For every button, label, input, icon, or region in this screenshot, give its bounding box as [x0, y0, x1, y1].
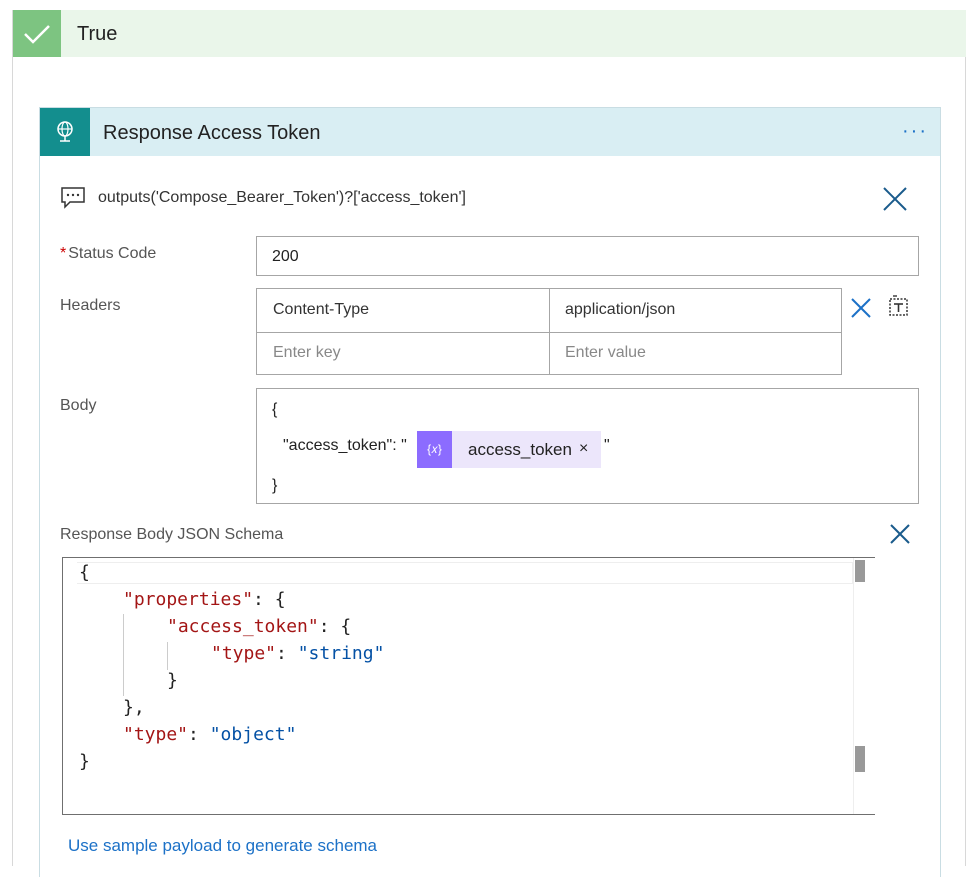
- status-code-label: * Status Code: [60, 245, 156, 263]
- code-token: },: [123, 697, 145, 718]
- comment-icon: [60, 186, 86, 215]
- schema-label: Response Body JSON Schema: [60, 526, 284, 543]
- headers-label: Headers: [60, 297, 121, 314]
- comment-text[interactable]: outputs('Compose_Bearer_Token')?['access…: [98, 189, 466, 207]
- action-card-header[interactable]: Response Access Token ···: [40, 108, 940, 156]
- header-value-input[interactable]: application/json: [549, 289, 691, 331]
- close-icon[interactable]: [882, 186, 908, 217]
- body-label: Body: [60, 397, 97, 414]
- globe-icon: [40, 108, 90, 156]
- schema-code-editor[interactable]: { "properties": { "access_token": { "typ…: [62, 557, 875, 815]
- remove-token-close-icon[interactable]: ×: [579, 440, 588, 458]
- code-token: }: [79, 751, 90, 772]
- response-action-card: Response Access Token ··· outputs('Compo…: [39, 107, 941, 877]
- text-mode-icon[interactable]: [887, 294, 911, 323]
- code-line: },: [123, 697, 145, 718]
- code-line: }: [79, 751, 90, 772]
- dynamic-content-token[interactable]: {𝑥} access_token ×: [417, 431, 601, 468]
- body-open-brace: {: [272, 401, 278, 418]
- remove-schema-close-icon[interactable]: [889, 523, 911, 550]
- header-key-input[interactable]: Content-Type: [257, 289, 385, 331]
- code-line: "properties": {: [123, 589, 286, 610]
- new-header-value-input[interactable]: Enter value: [549, 332, 662, 374]
- remove-header-close-icon[interactable]: [850, 297, 872, 324]
- expression-icon: {𝑥}: [417, 431, 452, 468]
- code-token: {: [79, 562, 90, 583]
- status-code-label-text: Status Code: [68, 245, 157, 262]
- code-token: "string": [297, 643, 385, 664]
- code-line: {: [79, 562, 90, 583]
- code-token: "type": [211, 643, 277, 664]
- code-token: "properties": [123, 589, 254, 610]
- headers-table: Content-Type application/json Enter key …: [256, 288, 842, 375]
- required-mark: *: [60, 245, 67, 262]
- condition-true-header[interactable]: True: [13, 10, 966, 57]
- code-token: "object": [209, 724, 297, 745]
- condition-true-label: True: [77, 23, 118, 45]
- check-icon: [13, 10, 61, 57]
- status-code-input[interactable]: 200: [256, 236, 919, 276]
- generate-schema-link[interactable]: Use sample payload to generate schema: [68, 836, 377, 856]
- new-header-key-input[interactable]: Enter key: [257, 332, 357, 374]
- more-options-icon[interactable]: ···: [902, 120, 928, 143]
- token-label: access_token: [468, 439, 572, 459]
- indent-guide: [123, 614, 124, 696]
- code-token: "type": [123, 724, 189, 745]
- action-title[interactable]: Response Access Token: [103, 122, 321, 145]
- divider: [549, 289, 550, 374]
- code-token: : {: [253, 589, 286, 610]
- comment-row: outputs('Compose_Bearer_Token')?['access…: [60, 186, 920, 211]
- code-line: "type": "object": [123, 724, 296, 745]
- code-line: "type": "string": [211, 643, 384, 664]
- scrollbar-thumb-bottom[interactable]: [855, 746, 865, 772]
- body-prefix: "access_token": ": [283, 437, 407, 454]
- code-token: }: [167, 670, 178, 691]
- editor-scrollbar[interactable]: [853, 558, 875, 814]
- body-editor[interactable]: { "access_token": " {𝑥} access_token × "…: [256, 388, 919, 504]
- code-token: : {: [318, 616, 352, 637]
- code-token: "access_token": [167, 616, 319, 637]
- code-line: }: [167, 670, 178, 691]
- condition-branch-true: True Response Access Token ··· outputs('…: [12, 10, 966, 877]
- scrollbar-thumb-top[interactable]: [855, 560, 865, 582]
- code-line: "access_token": {: [167, 616, 351, 637]
- body-suffix: ": [604, 437, 610, 454]
- body-close-brace: }: [272, 477, 278, 494]
- code-token: :: [276, 643, 298, 664]
- code-token: :: [188, 724, 210, 745]
- current-line-highlight: [77, 562, 853, 584]
- indent-guide: [167, 642, 168, 670]
